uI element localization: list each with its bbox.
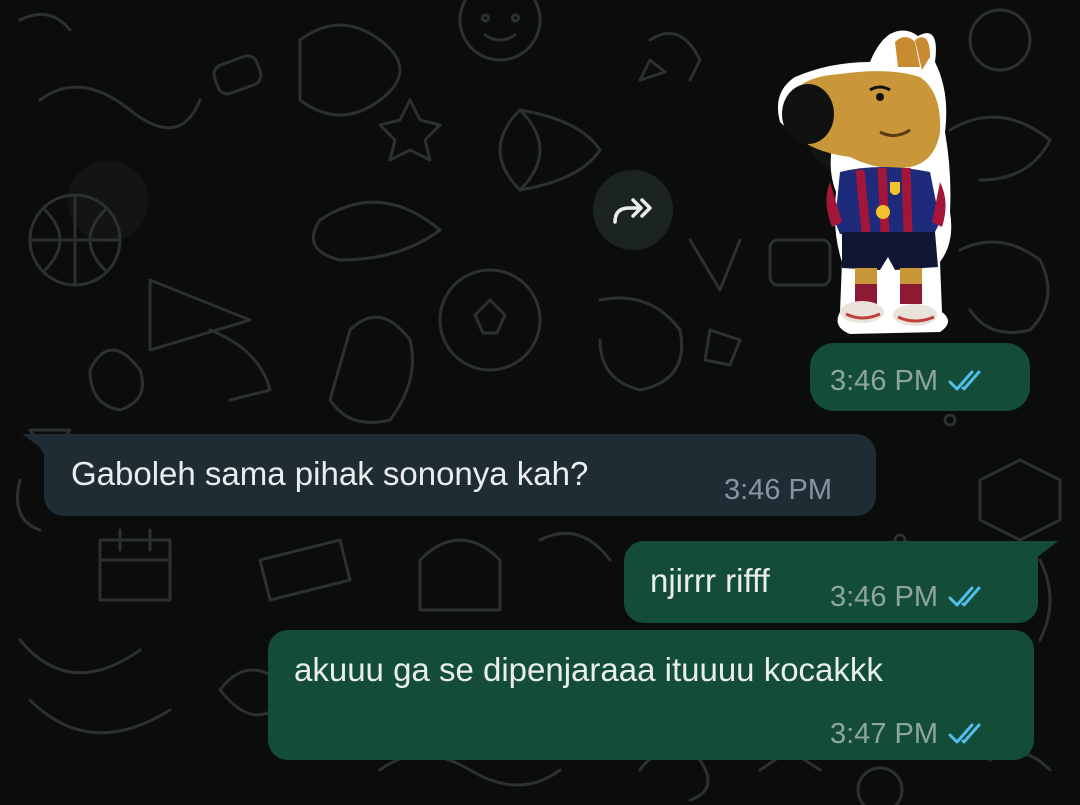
- outgoing-bubble-tail: [1030, 541, 1058, 563]
- read-ticks-icon: [948, 586, 981, 607]
- cartoon-dog-in-barcelona-jersey-sticker: [777, 30, 952, 334]
- message-text: Gaboleh sama pihak sononya kah?: [71, 455, 589, 492]
- message-text: njirrr rifff: [650, 562, 770, 599]
- sticker-timestamp-bubble: 3:46 PM: [810, 343, 1030, 411]
- message-meta: 3:46 PM: [724, 470, 832, 510]
- forward-button[interactable]: [593, 170, 673, 250]
- read-ticks-icon: [948, 370, 981, 391]
- sticker-message[interactable]: [770, 22, 970, 337]
- message-meta: 3:46 PM: [830, 577, 990, 617]
- outgoing-message[interactable]: njirrr rifff 3:46 PM: [624, 541, 1038, 623]
- message-meta: 3:47 PM: [830, 714, 990, 754]
- message-time: 3:46 PM: [830, 365, 938, 397]
- message-time: 3:46 PM: [724, 474, 832, 506]
- message-meta: 3:46 PM: [830, 361, 990, 401]
- read-ticks-icon: [948, 723, 981, 744]
- message-time: 3:46 PM: [830, 581, 938, 613]
- forward-icon: [613, 198, 652, 224]
- message-time: 3:47 PM: [830, 718, 938, 750]
- incoming-bubble-tail: [22, 434, 52, 456]
- message-text: akuuu ga se dipenjaraaa ituuuu kocakkk: [294, 651, 883, 688]
- outgoing-message[interactable]: akuuu ga se dipenjaraaa ituuuu kocakkk 3…: [268, 630, 1034, 760]
- incoming-message[interactable]: Gaboleh sama pihak sononya kah? 3:46 PM: [44, 434, 876, 516]
